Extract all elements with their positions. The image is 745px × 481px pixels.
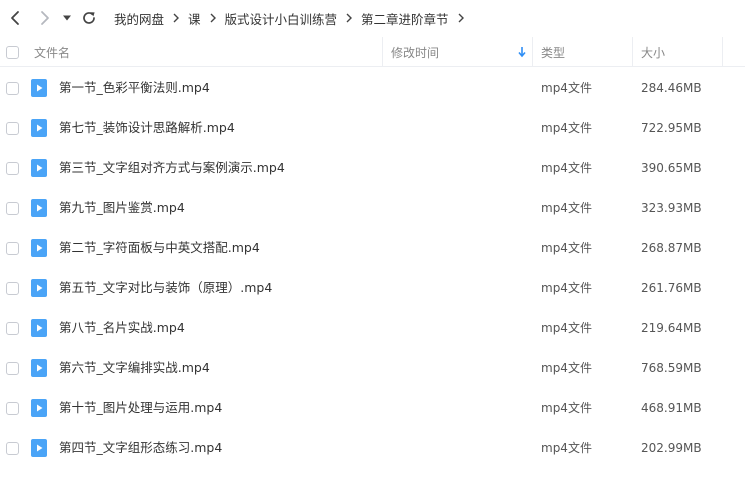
breadcrumb-item-course[interactable]: 课 [184, 9, 205, 28]
file-type: mp4文件 [541, 321, 592, 335]
breadcrumb-separator-icon [453, 10, 469, 26]
video-file-icon [31, 79, 47, 97]
file-name[interactable]: 第一节_色彩平衡法则.mp4 [59, 68, 210, 108]
chevron-left-icon [11, 11, 19, 25]
video-file-icon [31, 359, 47, 377]
chevron-right-icon [41, 11, 49, 25]
file-name[interactable]: 第六节_文字编排实战.mp4 [59, 348, 210, 388]
back-button[interactable] [4, 7, 26, 29]
file-size: 284.46MB [641, 81, 702, 95]
row-checkbox[interactable] [6, 242, 19, 255]
table-row[interactable]: 第七节_装饰设计思路解析.mp4 mp4文件 722.95MB [0, 108, 745, 148]
file-list: 第一节_色彩平衡法则.mp4 mp4文件 284.46MB 第七节_装饰设计思路… [0, 68, 745, 468]
column-name-header[interactable]: 文件名 [34, 37, 382, 67]
row-checkbox[interactable] [6, 322, 19, 335]
column-divider[interactable] [722, 37, 723, 67]
row-checkbox[interactable] [6, 402, 19, 415]
column-modified-header[interactable]: 修改时间 [391, 37, 531, 67]
column-divider[interactable] [632, 37, 633, 67]
row-checkbox[interactable] [6, 282, 19, 295]
file-type: mp4文件 [541, 401, 592, 415]
history-dropdown-button[interactable] [60, 7, 74, 29]
file-size: 468.91MB [641, 401, 702, 415]
file-name[interactable]: 第三节_文字组对齐方式与案例演示.mp4 [59, 148, 285, 188]
file-type: mp4文件 [541, 361, 592, 375]
table-row[interactable]: 第二节_字符面板与中英文搭配.mp4 mp4文件 268.87MB [0, 228, 745, 268]
file-name[interactable]: 第四节_文字组形态练习.mp4 [59, 428, 222, 468]
file-size: 268.87MB [641, 241, 702, 255]
video-file-icon [31, 439, 47, 457]
file-name[interactable]: 第七节_装饰设计思路解析.mp4 [59, 108, 235, 148]
file-list-header: 文件名 修改时间 类型 大小 [0, 37, 745, 67]
file-name[interactable]: 第二节_字符面板与中英文搭配.mp4 [59, 228, 260, 268]
forward-button[interactable] [34, 7, 56, 29]
refresh-button[interactable] [78, 7, 100, 29]
table-row[interactable]: 第八节_名片实战.mp4 mp4文件 219.64MB [0, 308, 745, 348]
breadcrumb: 我的网盘 课 版式设计小白训练营 第二章进阶章节 [110, 0, 469, 36]
file-type: mp4文件 [541, 201, 592, 215]
video-file-icon [31, 279, 47, 297]
video-file-icon [31, 319, 47, 337]
file-name[interactable]: 第八节_名片实战.mp4 [59, 308, 185, 348]
file-type: mp4文件 [541, 161, 592, 175]
table-row[interactable]: 第一节_色彩平衡法则.mp4 mp4文件 284.46MB [0, 68, 745, 108]
row-checkbox[interactable] [6, 202, 19, 215]
file-type: mp4文件 [541, 121, 592, 135]
video-file-icon [31, 199, 47, 217]
row-checkbox[interactable] [6, 442, 19, 455]
video-file-icon [31, 119, 47, 137]
breadcrumb-separator-icon [168, 10, 184, 26]
file-type: mp4文件 [541, 241, 592, 255]
sort-descending-icon[interactable] [517, 45, 527, 59]
breadcrumb-separator-icon [341, 10, 357, 26]
column-type-header[interactable]: 类型 [541, 37, 631, 67]
table-row[interactable]: 第四节_文字组形态练习.mp4 mp4文件 202.99MB [0, 428, 745, 468]
file-name[interactable]: 第十节_图片处理与运用.mp4 [59, 388, 222, 428]
file-name[interactable]: 第九节_图片鉴赏.mp4 [59, 188, 185, 228]
file-name[interactable]: 第五节_文字对比与装饰（原理）.mp4 [59, 268, 272, 308]
caret-down-icon [63, 15, 71, 21]
table-row[interactable]: 第六节_文字编排实战.mp4 mp4文件 768.59MB [0, 348, 745, 388]
file-size: 219.64MB [641, 321, 702, 335]
table-row[interactable]: 第十节_图片处理与运用.mp4 mp4文件 468.91MB [0, 388, 745, 428]
row-checkbox[interactable] [6, 162, 19, 175]
file-type: mp4文件 [541, 281, 592, 295]
column-divider[interactable] [532, 37, 533, 67]
file-size: 722.95MB [641, 121, 702, 135]
video-file-icon [31, 399, 47, 417]
refresh-icon [83, 12, 95, 24]
breadcrumb-item-root[interactable]: 我的网盘 [110, 9, 168, 28]
file-size: 202.99MB [641, 441, 702, 455]
table-row[interactable]: 第三节_文字组对齐方式与案例演示.mp4 mp4文件 390.65MB [0, 148, 745, 188]
row-checkbox[interactable] [6, 122, 19, 135]
file-size: 768.59MB [641, 361, 702, 375]
row-checkbox[interactable] [6, 362, 19, 375]
toolbar: 我的网盘 课 版式设计小白训练营 第二章进阶章节 [0, 0, 745, 36]
file-size: 261.76MB [641, 281, 702, 295]
video-file-icon [31, 159, 47, 177]
breadcrumb-item-chapter[interactable]: 第二章进阶章节 [357, 9, 453, 28]
video-file-icon [31, 239, 47, 257]
file-type: mp4文件 [541, 441, 592, 455]
select-all-checkbox[interactable] [6, 45, 19, 59]
select-all-checkbox-cell [6, 37, 19, 67]
breadcrumb-separator-icon [205, 10, 221, 26]
file-size: 323.93MB [641, 201, 702, 215]
file-type: mp4文件 [541, 81, 592, 95]
table-row[interactable]: 第九节_图片鉴赏.mp4 mp4文件 323.93MB [0, 188, 745, 228]
table-row[interactable]: 第五节_文字对比与装饰（原理）.mp4 mp4文件 261.76MB [0, 268, 745, 308]
breadcrumb-item-camp[interactable]: 版式设计小白训练营 [221, 9, 342, 28]
column-divider[interactable] [382, 37, 383, 67]
row-checkbox[interactable] [6, 82, 19, 95]
file-size: 390.65MB [641, 161, 702, 175]
column-size-header[interactable]: 大小 [641, 37, 721, 67]
